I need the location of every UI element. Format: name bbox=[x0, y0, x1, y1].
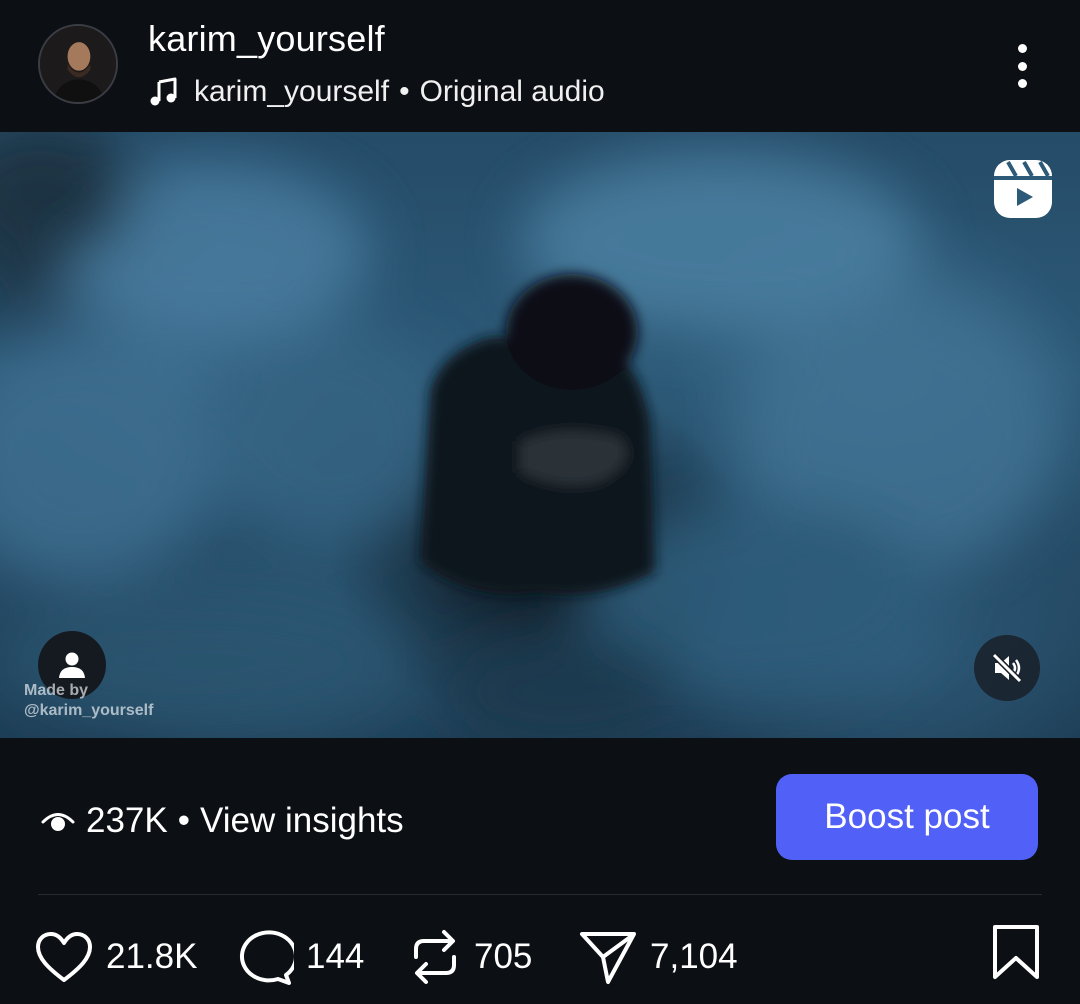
share-button[interactable]: 7,104 bbox=[578, 926, 738, 988]
repost-button[interactable]: 705 bbox=[408, 926, 532, 988]
eye-icon bbox=[41, 813, 75, 831]
comment-button[interactable]: 144 bbox=[232, 926, 364, 988]
watermark: Made by @karim_yourself bbox=[24, 681, 153, 721]
like-button[interactable]: 21.8K bbox=[34, 926, 197, 988]
video-frame bbox=[0, 132, 1060, 738]
comment-count: 144 bbox=[306, 937, 365, 976]
send-icon bbox=[580, 932, 636, 984]
insights-row[interactable]: 237K • View insights bbox=[40, 796, 404, 846]
user-icon bbox=[59, 652, 85, 678]
like-count: 21.8K bbox=[106, 937, 198, 976]
share-count: 7,104 bbox=[650, 937, 738, 976]
heart-icon bbox=[36, 932, 92, 982]
audio-label: Original audio bbox=[419, 75, 605, 108]
reel-video[interactable]: Made by @karim_yourself bbox=[0, 132, 1080, 738]
mute-toggle-button[interactable] bbox=[974, 635, 1040, 701]
post-header: karim_yourself karim_yourself • Original… bbox=[0, 0, 1080, 132]
insights-separator: • bbox=[177, 801, 191, 840]
reels-icon bbox=[994, 160, 1052, 218]
music-icon bbox=[150, 77, 177, 106]
comment-icon bbox=[239, 930, 294, 985]
view-insights-link[interactable]: View insights bbox=[200, 801, 404, 841]
divider bbox=[38, 894, 1042, 895]
view-count: 237K bbox=[86, 801, 168, 840]
more-icon bbox=[1017, 44, 1027, 53]
watermark-line1: Made by bbox=[24, 682, 89, 699]
audio-artist: karim_yourself bbox=[194, 75, 390, 108]
more-options-button[interactable] bbox=[1000, 38, 1044, 94]
mute-icon bbox=[991, 652, 1023, 684]
profile-avatar[interactable] bbox=[38, 24, 118, 104]
audio-separator: • bbox=[399, 75, 410, 108]
repost-count: 705 bbox=[474, 937, 533, 976]
boost-post-button[interactable]: Boost post bbox=[776, 774, 1038, 860]
avatar-image bbox=[40, 26, 116, 102]
audio-info[interactable]: karim_yourself • Original audio bbox=[148, 72, 605, 112]
bookmark-icon[interactable] bbox=[990, 924, 1042, 980]
watermark-line2: @karim_yourself bbox=[24, 702, 154, 719]
repost-icon bbox=[414, 930, 456, 984]
username[interactable]: karim_yourself bbox=[148, 18, 385, 60]
